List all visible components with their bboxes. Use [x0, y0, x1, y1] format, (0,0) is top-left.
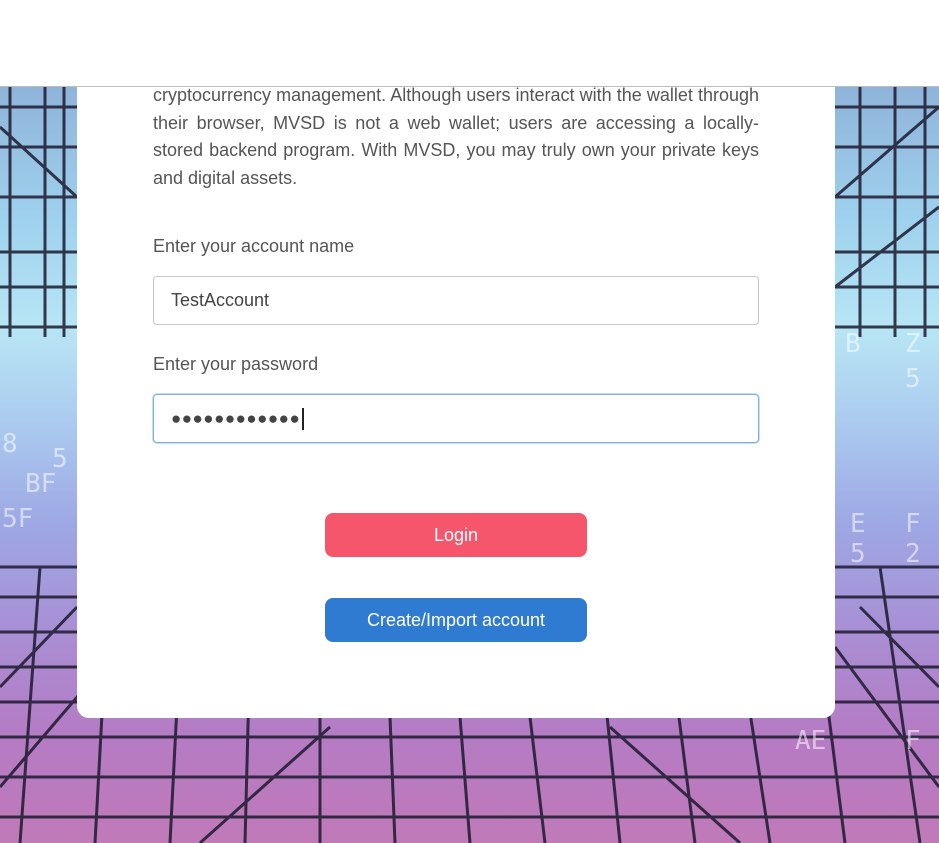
password-input[interactable]: ●●●●●●●●●●●● — [153, 394, 759, 443]
svg-text:E: E — [850, 509, 866, 539]
svg-text:5: 5 — [905, 364, 921, 394]
svg-text:BF: BF — [25, 469, 56, 499]
svg-text:8: 8 — [2, 429, 18, 459]
svg-text:Z: Z — [905, 329, 921, 359]
password-label: Enter your password — [153, 354, 319, 374]
header-band — [0, 0, 939, 87]
account-name-label: Enter your account name — [153, 236, 355, 256]
svg-text:F: F — [905, 509, 921, 539]
account-name-value: TestAccount — [171, 290, 270, 310]
account-name-input[interactable]: TestAccount — [153, 276, 759, 325]
svg-text:5: 5 — [850, 539, 866, 569]
svg-text:2: 2 — [905, 539, 921, 569]
wallet-description: cryptocurrency management. Although user… — [153, 85, 759, 188]
login-page: 8 5 BF 5F B Z 5 E F 5 2 AE F cryptocurre… — [0, 0, 939, 843]
create-import-account-button[interactable]: Create/Import account — [325, 598, 587, 642]
svg-text:F: F — [905, 726, 921, 756]
svg-text:AE: AE — [795, 726, 826, 756]
svg-text:B: B — [845, 329, 861, 359]
text-caret — [302, 407, 304, 430]
password-masked-value: ●●●●●●●●●●●● — [171, 408, 301, 428]
svg-text:5F: 5F — [2, 504, 33, 534]
login-button[interactable]: Login — [325, 513, 587, 557]
